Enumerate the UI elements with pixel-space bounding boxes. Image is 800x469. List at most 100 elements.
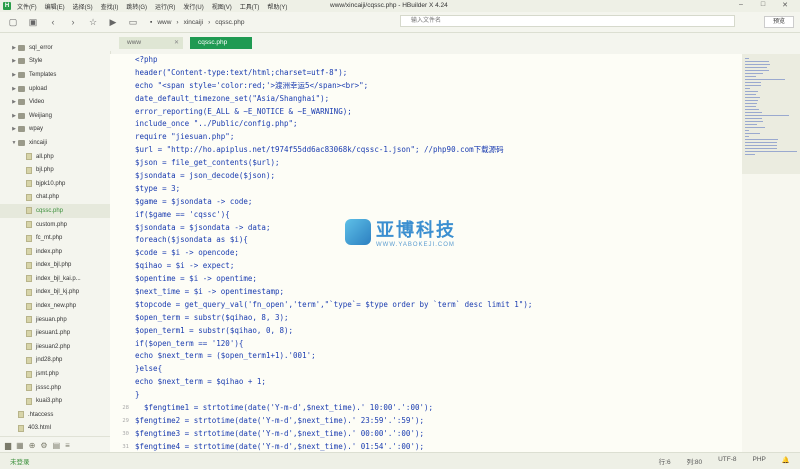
code-line[interactable]: header("Content-type:text/html;charset=u… [135, 67, 740, 80]
settings-icon[interactable]: ⚙ [40, 441, 47, 450]
forward-icon[interactable]: › [66, 15, 80, 29]
minimap-viewport[interactable] [742, 54, 800, 174]
code-line[interactable]: $game = $jsondata -> code; [135, 196, 740, 209]
window-icon[interactable]: ▭ [126, 15, 140, 29]
menu-item[interactable]: 编辑(E) [45, 2, 65, 11]
tree-item[interactable]: jnd28.php [0, 354, 110, 368]
maximize-icon[interactable]: □ [752, 1, 774, 9]
code-line[interactable]: $topcode = get_query_val('fn_open','term… [135, 299, 740, 312]
tree-item[interactable]: index_bjl_kj.php [0, 286, 110, 300]
tree-item[interactable]: all.php [0, 150, 110, 164]
tree-item[interactable]: ▶ Style [0, 55, 110, 69]
tree-item[interactable]: fc_mt.php [0, 231, 110, 245]
code-line[interactable]: $opentime = $i -> opentime; [135, 273, 740, 286]
breadcrumb-item[interactable]: xincaiji [184, 19, 204, 26]
tree-item[interactable]: ▶ wpay [0, 123, 110, 137]
tree-item[interactable]: ▶ Templates [0, 68, 110, 82]
link-icon[interactable]: ⊕ [29, 441, 36, 450]
menu-item[interactable]: 文件(F) [17, 2, 37, 11]
code-line[interactable]: $open_term1 = substr($qihao, 0, 8); [135, 325, 740, 338]
tree-item[interactable]: bjpk10.php [0, 177, 110, 191]
folder-icon[interactable]: ▆ [5, 441, 11, 450]
code-line[interactable]: require "jiesuan.php"; [135, 131, 740, 144]
tree-item[interactable]: kuai3.php [0, 394, 110, 408]
menu-item[interactable]: 跳转(G) [126, 2, 147, 11]
code-line[interactable]: $fengtime3 = strtotime(date('Y-m-d',$nex… [135, 428, 740, 441]
chevron-right-icon[interactable]: ▶ [10, 45, 18, 51]
menu-item[interactable]: 工具(T) [240, 2, 260, 11]
tree-item[interactable]: jsssc.php [0, 381, 110, 395]
menu-item[interactable]: 帮助(Y) [267, 2, 287, 11]
close-icon[interactable]: ✕ [774, 1, 796, 9]
preview-button[interactable]: 预览 [764, 16, 794, 28]
code-line[interactable]: $type = 3; [135, 183, 740, 196]
chevron-right-icon[interactable]: ▶ [10, 72, 18, 78]
notification-icon[interactable]: 🔔 [782, 456, 790, 466]
tree-item[interactable]: cqssc.php [0, 204, 110, 218]
code-line[interactable]: $json = file_get_contents($url); [135, 157, 740, 170]
menu-item[interactable]: 发行(U) [183, 2, 203, 11]
menu-item[interactable]: 运行(R) [155, 2, 175, 11]
code-line[interactable]: date_default_timezone_set("Asia/Shanghai… [135, 93, 740, 106]
menu-item[interactable]: 查找(I) [101, 2, 119, 11]
tree-item[interactable]: ▶ sql_error [0, 41, 110, 55]
code-line[interactable]: if($open_term == '120'){ [135, 338, 740, 351]
code-line[interactable]: }else{ [135, 363, 740, 376]
code-line[interactable]: include_once "../Public/config.php"; [135, 118, 740, 131]
code-line[interactable]: $next_time = $i -> opentimestamp; [135, 286, 740, 299]
tab-close-icon[interactable]: ✕ [174, 37, 179, 49]
tree-item[interactable]: index.php [0, 245, 110, 259]
chevron-down-icon[interactable]: ▼ [10, 140, 18, 146]
code-line[interactable]: } [135, 389, 740, 402]
code-line[interactable]: echo "<span style='color:red;'>渡洲幸运5</sp… [135, 80, 740, 93]
tree-item[interactable]: bjl.php [0, 163, 110, 177]
code-line[interactable]: $qihao = $i -> expect; [135, 260, 740, 273]
tree-item[interactable]: custom.php [0, 218, 110, 232]
save-icon[interactable]: ▣ [26, 15, 40, 29]
grid-icon[interactable]: ▦ [16, 441, 24, 450]
tree-item[interactable]: ▼ xincaiji [0, 136, 110, 150]
code-line[interactable]: $jsondata = json_decode($json); [135, 170, 740, 183]
tree-item[interactable]: jiesuan.php [0, 313, 110, 327]
tree-item[interactable]: index_bjl.php [0, 259, 110, 273]
minimap[interactable] [742, 54, 800, 452]
tab-cqssc[interactable]: cqssc.php [190, 37, 252, 49]
back-icon[interactable]: ‹ [46, 15, 60, 29]
code-editor[interactable]: 282930313233 <?phpheader("Content-type:t… [110, 54, 742, 452]
code-line[interactable]: $url = "http://ho.apiplus.net/t974f55dd6… [135, 144, 740, 157]
menu-item[interactable]: 选择(S) [73, 2, 93, 11]
tree-item[interactable]: jiesuan1.php [0, 326, 110, 340]
star-icon[interactable]: ☆ [86, 15, 100, 29]
breadcrumb-item[interactable]: cqssc.php [215, 19, 244, 26]
tree-item[interactable]: ▶ upload [0, 82, 110, 96]
tree-item[interactable]: ▶ Video [0, 95, 110, 109]
code-line[interactable]: echo $next_term = $qihao + 1; [135, 376, 740, 389]
tree-item[interactable]: jsmt.php [0, 367, 110, 381]
tab-www[interactable]: www ✕ [119, 37, 183, 49]
tree-item[interactable]: index_bjl_kai.p... [0, 272, 110, 286]
menu-item[interactable]: 视图(V) [212, 2, 232, 11]
tree-item[interactable]: ▶ Weijiang [0, 109, 110, 123]
login-status[interactable]: 未登录 [10, 456, 30, 466]
file-search-input[interactable] [400, 15, 735, 27]
run-icon[interactable]: ▶ [106, 15, 120, 29]
tree-item[interactable]: 403.html [0, 422, 110, 436]
tree-item[interactable]: .htaccess [0, 408, 110, 422]
tree-item[interactable]: chat.php [0, 191, 110, 205]
tree-item[interactable]: index_new.php [0, 299, 110, 313]
code-line[interactable]: $fengtime2 = strtotime(date('Y-m-d',$nex… [135, 415, 740, 428]
code-line[interactable]: <?php [135, 54, 740, 67]
code-line[interactable]: $fengtime1 = strtotime(date('Y-m-d',$nex… [135, 402, 740, 415]
code-line[interactable]: echo $next_term = ($open_term1+1).'001'; [135, 350, 740, 363]
menu-icon[interactable]: ≡ [65, 441, 70, 450]
code-line[interactable]: $fengtime4 = strtotime(date('Y-m-d',$nex… [135, 441, 740, 452]
chevron-right-icon[interactable]: ▶ [10, 58, 18, 64]
language-mode[interactable]: PHP [753, 456, 766, 466]
chevron-right-icon[interactable]: ▶ [10, 126, 18, 132]
tree-item[interactable]: jiesuan2.php [0, 340, 110, 354]
chevron-right-icon[interactable]: ▶ [10, 86, 18, 92]
code-area[interactable]: <?php header("Content-type:text/html;char… [135, 54, 740, 452]
code-line[interactable]: error_reporting(E_ALL & ~E_NOTICE & ~E_W… [135, 106, 740, 119]
encoding[interactable]: UTF-8 [718, 456, 736, 466]
code-line[interactable]: $code = $i -> opencode; [135, 247, 740, 260]
